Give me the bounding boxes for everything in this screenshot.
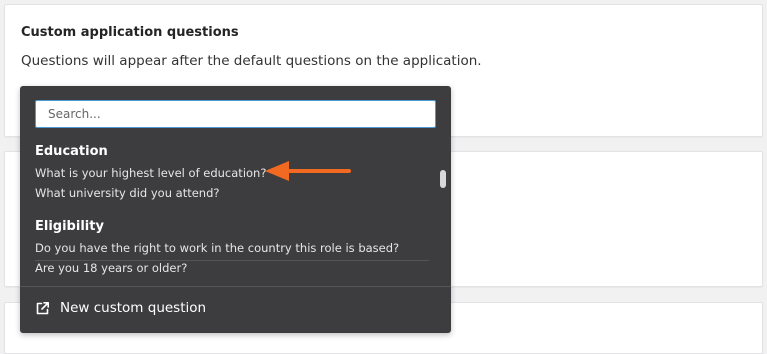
scrollbar-track[interactable] [438, 136, 448, 286]
new-custom-question-button[interactable]: New custom question [20, 287, 451, 333]
new-custom-question-label: New custom question [60, 300, 207, 316]
card-title: Custom application questions [21, 25, 239, 40]
question-results-list[interactable]: Education What is your highest level of … [20, 136, 436, 286]
scrollbar-thumb[interactable] [440, 170, 446, 188]
question-option[interactable]: Are you 18 years or older? [35, 261, 187, 275]
question-picker-dropdown: Education What is your highest level of … [20, 86, 451, 333]
question-option[interactable]: What is your highest level of education? [35, 166, 266, 180]
search-input[interactable] [35, 100, 436, 128]
question-option[interactable]: Do you have the right to work in the cou… [35, 241, 399, 255]
question-option[interactable]: What university did you attend? [35, 186, 219, 200]
arrow-left-icon [265, 161, 351, 181]
group-title: Eligibility [35, 219, 104, 234]
card-description: Questions will appear after the default … [21, 53, 482, 69]
group-title: Education [35, 144, 108, 159]
